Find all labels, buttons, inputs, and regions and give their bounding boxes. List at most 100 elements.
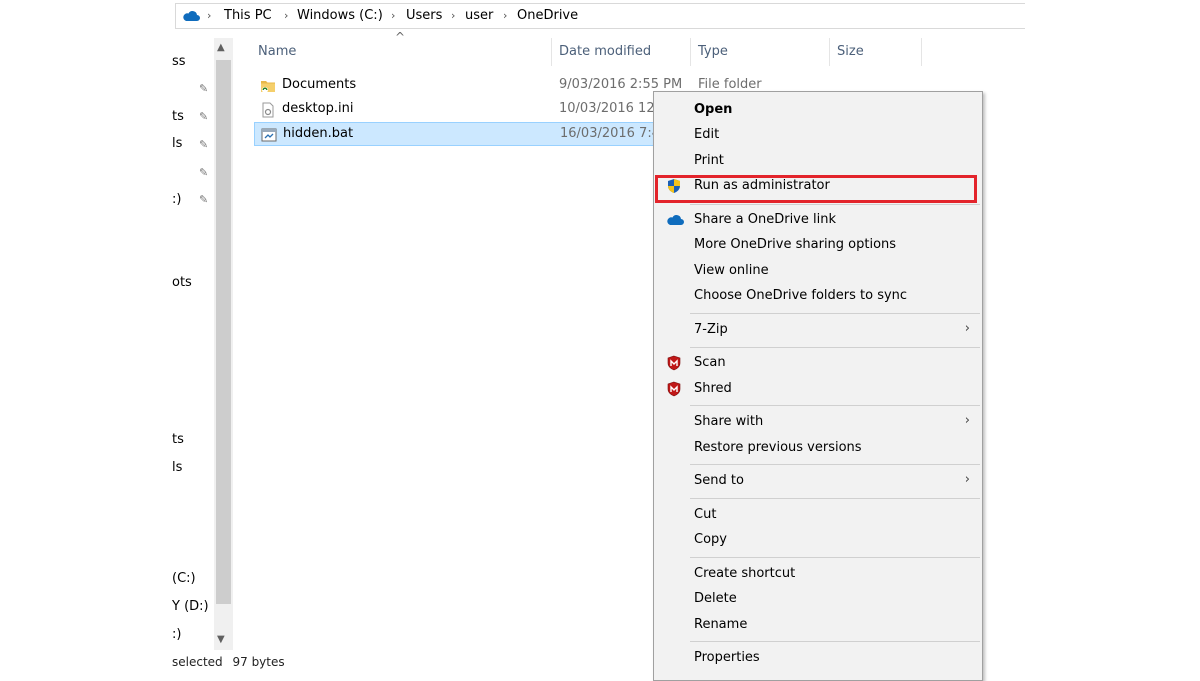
- menu-item-properties[interactable]: Properties: [654, 646, 982, 670]
- breadcrumb-this-pc[interactable]: This PC: [224, 8, 272, 23]
- menu-item-more-onedrive-sharing[interactable]: More OneDrive sharing options: [654, 233, 982, 257]
- menu-item-print[interactable]: Print: [654, 149, 982, 173]
- menu-item-cut[interactable]: Cut: [654, 503, 982, 527]
- menu-item-label: View online: [694, 263, 769, 278]
- menu-item-label: Create shortcut: [694, 566, 796, 581]
- menu-item-label: Cut: [694, 507, 717, 522]
- nav-item-drive-d[interactable]: Y (D:): [172, 599, 209, 614]
- column-header-type[interactable]: Type: [698, 44, 728, 59]
- menu-item-label: Share a OneDrive link: [694, 212, 836, 227]
- column-header-date-modified[interactable]: Date modified: [559, 44, 651, 59]
- column-divider[interactable]: [551, 38, 552, 66]
- nav-item[interactable]: ss: [172, 54, 186, 69]
- pin-icon: ✎: [199, 138, 209, 151]
- address-bar[interactable]: › This PC › Windows (C:) › Users › user …: [175, 3, 1025, 29]
- column-divider[interactable]: [690, 38, 691, 66]
- file-type: File folder: [698, 77, 762, 92]
- menu-separator: [690, 641, 980, 642]
- menu-item-label: 7-Zip: [694, 322, 728, 337]
- submenu-arrow-icon: ›: [964, 321, 970, 336]
- status-selected: selected: [172, 655, 223, 669]
- menu-item-label: Rename: [694, 617, 748, 632]
- breadcrumb-separator: ›: [391, 9, 396, 22]
- menu-item-shred[interactable]: Shred: [654, 377, 982, 401]
- menu-item-share-with[interactable]: Share with ›: [654, 410, 982, 434]
- breadcrumb-users[interactable]: Users: [406, 8, 442, 23]
- pin-icon: ✎: [199, 82, 209, 95]
- menu-item-scan[interactable]: Scan: [654, 351, 982, 375]
- breadcrumb-onedrive[interactable]: OneDrive: [517, 8, 578, 23]
- nav-item[interactable]: ls: [172, 460, 182, 475]
- scroll-down-arrow-icon[interactable]: ▼: [217, 634, 225, 645]
- menu-item-delete[interactable]: Delete: [654, 587, 982, 611]
- menu-item-open[interactable]: Open: [654, 98, 982, 122]
- status-bar: selected 97 bytes: [172, 655, 285, 669]
- menu-item-label: Open: [694, 102, 733, 117]
- pin-icon: ✎: [199, 193, 209, 206]
- onedrive-cloud-icon: [183, 11, 200, 21]
- menu-separator: [690, 498, 980, 499]
- submenu-arrow-icon: ›: [964, 413, 970, 428]
- highlight-box: [655, 175, 977, 203]
- file-name: Documents: [282, 77, 357, 92]
- menu-item-share-onedrive-link[interactable]: Share a OneDrive link: [654, 208, 982, 232]
- nav-item[interactable]: ts: [172, 432, 184, 447]
- breadcrumb-separator: ›: [503, 9, 508, 22]
- column-header-name[interactable]: Name: [258, 44, 296, 59]
- mcafee-shield-icon: [667, 355, 681, 371]
- menu-item-label: Send to: [694, 473, 744, 488]
- file-date-modified: 9/03/2016 2:55 PM: [559, 77, 683, 92]
- menu-item-label: Copy: [694, 532, 727, 547]
- menu-separator: [690, 204, 980, 205]
- menu-item-rename[interactable]: Rename: [654, 613, 982, 637]
- menu-separator: [690, 313, 980, 314]
- menu-item-label: More OneDrive sharing options: [694, 237, 897, 252]
- menu-item-label: Scan: [694, 355, 726, 370]
- file-row-hidden-bat[interactable]: hidden.bat 16/03/2016 7:48: [254, 122, 668, 146]
- menu-item-send-to[interactable]: Send to ›: [654, 469, 982, 493]
- column-divider[interactable]: [921, 38, 922, 66]
- menu-separator: [690, 347, 980, 348]
- scrollbar-thumb[interactable]: [216, 60, 231, 604]
- nav-item[interactable]: :): [172, 192, 181, 207]
- menu-separator: [690, 405, 980, 406]
- batch-file-icon: [261, 128, 277, 142]
- menu-item-label: Print: [694, 153, 724, 168]
- column-header-size[interactable]: Size: [837, 44, 864, 59]
- scroll-up-arrow-icon[interactable]: ▲: [217, 42, 225, 53]
- nav-item-windows-c[interactable]: (C:): [172, 571, 196, 586]
- mcafee-shield-icon: [667, 381, 681, 397]
- menu-item-edit[interactable]: Edit: [654, 123, 982, 147]
- nav-item[interactable]: ots: [172, 275, 192, 290]
- nav-scrollbar[interactable]: ▲ ▼: [214, 38, 233, 650]
- onedrive-folder-icon: [261, 81, 275, 93]
- nav-item[interactable]: ls: [172, 136, 182, 151]
- menu-item-choose-onedrive-folders[interactable]: Choose OneDrive folders to sync: [654, 284, 982, 308]
- menu-item-label: Properties: [694, 650, 760, 665]
- breadcrumb-windows-c[interactable]: Windows (C:): [297, 8, 383, 23]
- onedrive-cloud-icon: [667, 215, 684, 225]
- file-date-modified: 10/03/2016 12:4: [559, 101, 668, 116]
- file-name: hidden.bat: [283, 126, 354, 141]
- nav-item[interactable]: ts: [172, 109, 184, 124]
- menu-item-label: Restore previous versions: [694, 440, 862, 455]
- file-row-desktop-ini[interactable]: desktop.ini 10/03/2016 12:4: [254, 98, 667, 122]
- breadcrumb-separator: ›: [284, 9, 289, 22]
- menu-item-label: Delete: [694, 591, 737, 606]
- menu-item-7-zip[interactable]: 7-Zip ›: [654, 318, 982, 342]
- menu-item-restore-previous-versions[interactable]: Restore previous versions: [654, 436, 982, 460]
- column-divider[interactable]: [829, 38, 830, 66]
- status-size: 97 bytes: [232, 655, 285, 669]
- breadcrumb-user[interactable]: user: [465, 8, 493, 23]
- menu-item-create-shortcut[interactable]: Create shortcut: [654, 562, 982, 586]
- breadcrumb-separator: ›: [207, 9, 212, 22]
- menu-separator: [690, 464, 980, 465]
- nav-item[interactable]: :): [172, 627, 181, 642]
- sort-ascending-icon: ^: [395, 30, 406, 44]
- menu-item-copy[interactable]: Copy: [654, 528, 982, 552]
- menu-item-view-online[interactable]: View online: [654, 259, 982, 283]
- navigation-pane: ss ts ls :) ots ts ls (C:) Y (D:) :) ✎ ✎…: [172, 38, 214, 660]
- pin-icon: ✎: [199, 110, 209, 123]
- pin-icon: ✎: [199, 166, 209, 179]
- file-row-documents[interactable]: Documents 9/03/2016 2:55 PM: [254, 74, 682, 98]
